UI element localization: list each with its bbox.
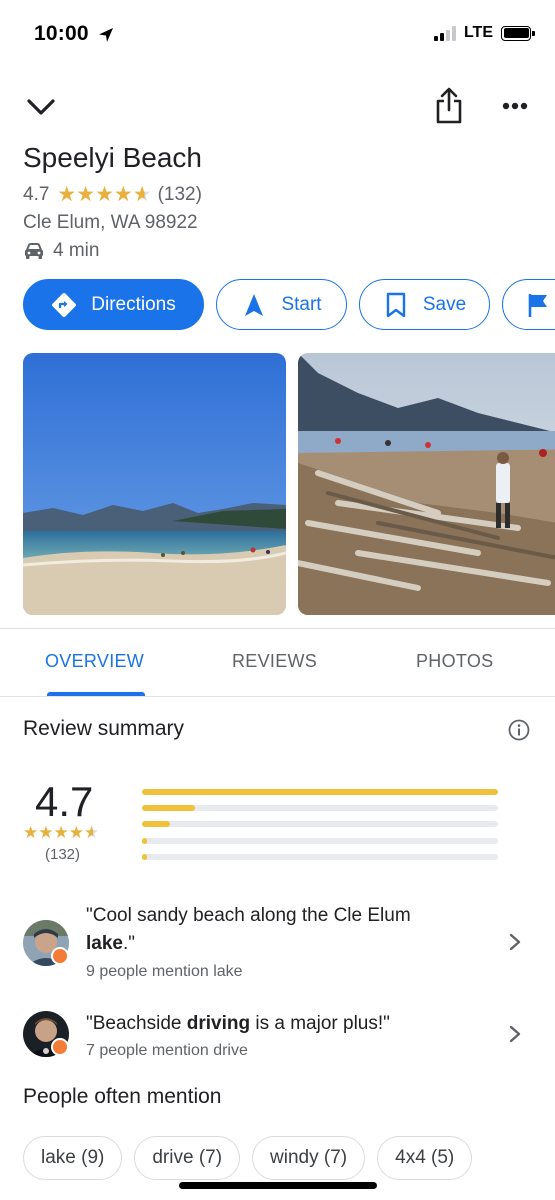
place-title: Speelyi Beach (23, 142, 203, 173)
review-summary-title: Review summary (23, 717, 185, 740)
save-button[interactable]: Save (359, 279, 490, 330)
tab-overview[interactable]: OVERVIEW (45, 651, 144, 672)
rating-line[interactable]: 4.7 ★ ★ ★ ★ ★ (132) (23, 184, 202, 206)
rating-bar-fill (142, 821, 171, 828)
rating-bar-4-star (142, 805, 498, 812)
network-label: LTE (463, 24, 493, 41)
tab-bar: OVERVIEW REVIEWS PHOTOS (0, 629, 555, 696)
tab-photos[interactable]: PHOTOS (416, 651, 493, 672)
local-guide-badge-icon (51, 1038, 69, 1056)
mention-chips: lake (9) drive (7) windy (7) 4x4 (5) (23, 1136, 473, 1180)
drive-time: 4 min (23, 240, 99, 262)
location-arrow-icon (99, 28, 113, 42)
average-rating: 4.7 (35, 778, 94, 825)
chevron-right-icon (509, 933, 521, 951)
car-icon (25, 243, 43, 259)
flag-icon (528, 293, 547, 317)
rating-distribution[interactable] (142, 789, 498, 870)
status-indicators: LTE (433, 24, 535, 42)
start-button[interactable]: Start (216, 279, 347, 330)
signal-icon (433, 25, 456, 41)
photo-carousel[interactable] (23, 353, 555, 615)
rating-bar-1-star (142, 853, 498, 860)
local-guide-badge-icon (51, 947, 69, 965)
divider (0, 696, 555, 697)
people-mention-title: People often mention (23, 1085, 222, 1108)
mention-chip[interactable]: drive (7) (134, 1136, 241, 1180)
chevron-down-icon[interactable] (22, 88, 60, 126)
home-indicator (179, 1182, 377, 1189)
mention-chip[interactable]: 4x4 (5) (377, 1136, 473, 1180)
quote-mention-count: 9 people mention lake (86, 963, 243, 980)
quote-text: "Cool sandy beach along the Cle Elum lak… (86, 905, 411, 954)
star-rating-icon: ★ ★ ★ ★ ★ (57, 183, 152, 206)
bookmark-icon (386, 292, 406, 317)
chevron-right-icon (509, 1025, 521, 1043)
save-label: Save (422, 293, 467, 315)
review-count: (132) (157, 184, 202, 205)
star-rating-icon: ★ ★ ★ ★ ★ (23, 823, 100, 842)
rating-bar-fill (142, 805, 196, 812)
rating-bar-2-star (142, 837, 498, 844)
battery-icon (501, 25, 535, 41)
directions-button[interactable]: Directions (23, 279, 204, 330)
place-address: Cle Elum, WA 98922 (23, 212, 198, 233)
rating-bar-5-star (142, 789, 498, 795)
quote-text: "Beachside driving is a major plus!" (86, 1013, 390, 1034)
status-time: 10:00 (34, 22, 89, 45)
action-buttons: Directions Start Save (23, 279, 555, 330)
navigation-arrow-icon (245, 293, 264, 316)
review-count: (132) (45, 846, 81, 863)
more-horiz-icon[interactable] (497, 94, 533, 118)
directions-icon (52, 292, 77, 317)
rating-bar-3-star (142, 821, 498, 828)
rating-bar-fill (142, 789, 498, 795)
tab-reviews[interactable]: REVIEWS (232, 651, 317, 672)
start-label: Start (281, 293, 322, 315)
share-icon[interactable] (432, 86, 466, 126)
photo-beach-lake[interactable] (23, 353, 286, 615)
mention-chip[interactable]: lake (9) (23, 1136, 123, 1180)
rating-bar-fill (142, 853, 147, 860)
directions-label: Directions (91, 293, 176, 315)
info-icon[interactable] (508, 719, 530, 741)
rating-bar-fill (142, 837, 147, 844)
label-button[interactable] (502, 279, 555, 330)
rating-value: 4.7 (23, 184, 50, 205)
photo-driftwood-beach[interactable] (298, 353, 555, 615)
status-bar: 10:00 LTE (0, 0, 555, 70)
mention-chip[interactable]: windy (7) (252, 1136, 366, 1180)
drive-time-label: 4 min (53, 240, 100, 261)
quote-mention-count: 7 people mention drive (86, 1042, 248, 1059)
top-bar (0, 86, 555, 130)
